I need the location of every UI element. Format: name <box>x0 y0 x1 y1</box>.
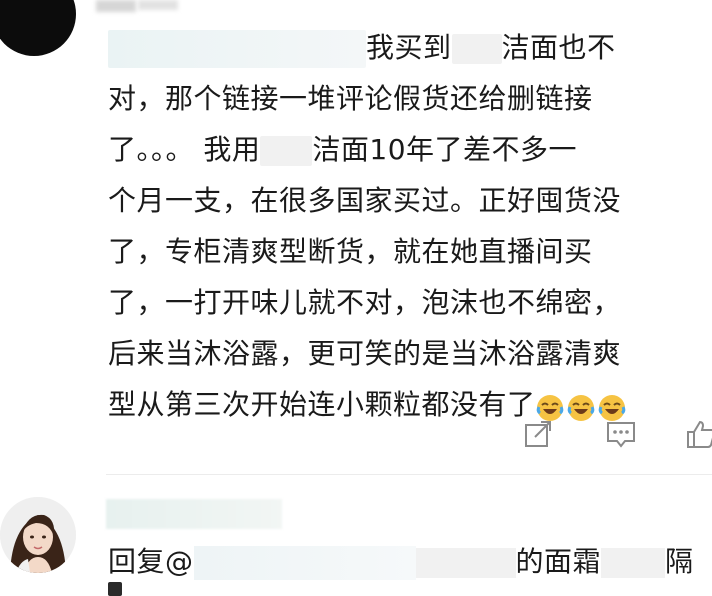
comment-line-7: 后来当沐浴露，更可笑的是当沐浴露清爽 <box>108 337 622 370</box>
commenter-avatar[interactable] <box>0 0 76 56</box>
comment-body: 我买到 洁面也不 对，那个链接一堆评论假货还给删链接 了。。。 我用 洁面10年了差… <box>108 22 708 430</box>
redacted-brand <box>601 548 666 578</box>
user-portrait-icon <box>0 497 76 573</box>
comment-icon[interactable] <box>605 418 637 450</box>
comment-line-3: 了。。。 我用 洁面10年了差不多一 <box>108 133 578 166</box>
blurred-reply-username <box>106 499 282 529</box>
comment-line-1: 我买到 洁面也不 <box>108 22 708 73</box>
share-icon[interactable] <box>522 418 554 450</box>
redacted-text <box>415 548 516 578</box>
comment-divider <box>106 474 712 475</box>
blurred-username <box>96 0 136 12</box>
redacted-mention[interactable] <box>193 546 416 580</box>
comment-line-6: 了，一打开味儿就不对，泡沫也不绵密， <box>108 286 622 319</box>
laughing-tears-emoji-icon <box>567 394 594 421</box>
redacted-brand <box>451 34 502 64</box>
reply-body: 回复@ 的面霜隔 <box>108 545 694 580</box>
reply-user-avatar[interactable] <box>0 497 76 573</box>
comment-line-2: 对，那个链接一堆评论假货还给删链接 <box>108 82 593 115</box>
redacted-name <box>108 30 366 68</box>
like-icon[interactable] <box>685 418 712 450</box>
comment-line-4: 个月一支，在很多国家买过。正好囤货没 <box>108 184 622 217</box>
redacted-brand <box>260 136 313 166</box>
cropped-next-line <box>108 582 122 596</box>
blurred-username-2 <box>138 0 178 10</box>
comment-line-5: 了，专柜清爽型断货，就在她直播间买 <box>108 235 593 268</box>
